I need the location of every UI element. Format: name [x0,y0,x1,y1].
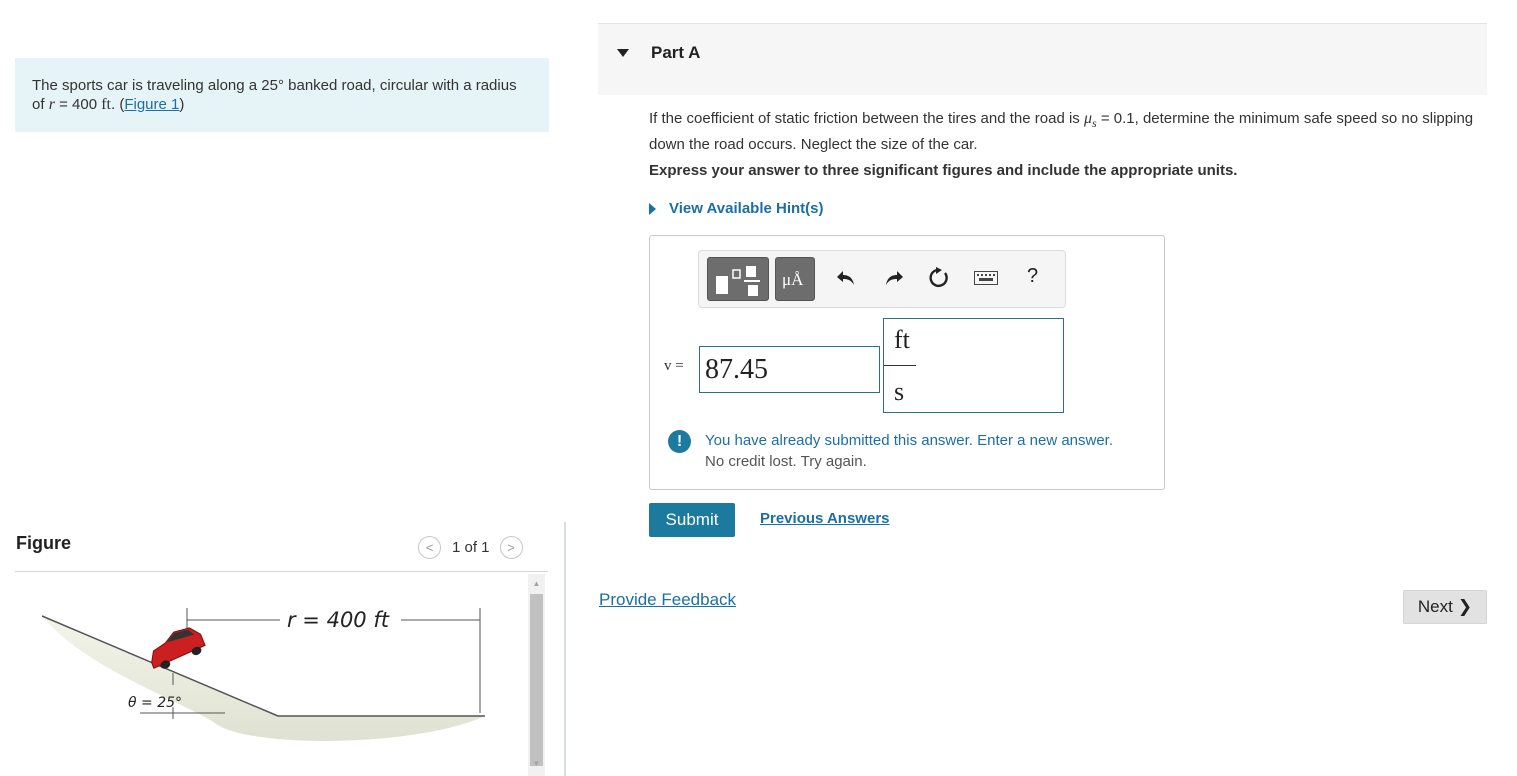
left-pane: The sports car is traveling along a 25° … [0,0,565,776]
units-button-label: μÅ [782,270,804,289]
reset-icon[interactable] [926,265,952,291]
question-text: If the coefficient of static friction be… [649,108,1494,155]
problem-statement: The sports car is traveling along a 25° … [15,58,549,132]
chevron-right-icon: > [507,539,515,555]
figure-title: Figure [16,533,72,553]
part-header[interactable]: Part A [598,24,1487,95]
car-icon [151,627,206,669]
units-button[interactable]: μÅ [775,257,815,301]
answer-variable-label: v = [664,358,684,374]
view-hints-link[interactable]: View Available Hint(s) [649,200,824,217]
undo-icon[interactable] [833,265,859,291]
pager-label: 1 of 1 [452,538,490,556]
angle-label: θ = 25° [128,695,182,711]
instruction-text: Express your answer to three significant… [649,162,1238,179]
templates-button[interactable] [707,257,769,301]
unit-numerator: ft [894,325,910,354]
math-toolbar: μÅ ? [698,250,1066,308]
submit-button[interactable]: Submit [649,503,735,537]
mu-symbol: μ [1083,110,1092,127]
scroll-thumb[interactable] [530,594,543,766]
figure-divider [15,571,548,572]
figure-scrollbar[interactable]: ▲ ▼ [528,574,545,776]
answer-unit-field[interactable]: ft s [883,318,1064,413]
prev-figure-button[interactable]: < [418,535,441,559]
hints-label: View Available Hint(s) [669,200,824,217]
exclamation-icon: ! [668,430,691,453]
feedback-line-2: No credit lost. Try again. [705,453,867,470]
unit-denominator: s [894,377,905,406]
redo-icon[interactable] [881,265,907,291]
templates-icon [716,266,760,296]
scroll-down-icon[interactable]: ▼ [531,758,542,769]
help-button[interactable]: ? [1027,265,1038,288]
figure-link[interactable]: Figure 1 [124,96,179,113]
pane-divider [564,522,566,776]
next-button[interactable]: Next ❯ [1403,590,1487,624]
caret-down-icon[interactable] [617,49,629,57]
period-open: . ( [111,96,125,113]
chevron-left-icon: < [425,539,434,555]
road-surface [42,616,485,741]
previous-answers-link[interactable]: Previous Answers [760,510,890,527]
provide-feedback-link[interactable]: Provide Feedback [599,590,736,610]
answer-value-input[interactable] [699,346,880,393]
scroll-up-icon[interactable]: ▲ [531,578,542,589]
caret-right-icon [649,202,656,215]
feedback-message: ! You have already submitted this answer… [668,430,1158,472]
radius-label: r = 400 ft [287,608,390,632]
next-figure-button[interactable]: > [499,535,523,559]
feedback-line-1: You have already submitted this answer. … [705,432,1114,449]
chevron-right-icon: ❯ [1457,597,1473,616]
next-button-label: Next [1417,597,1453,616]
fraction-bar [884,365,916,366]
part-title: Part A [651,43,701,62]
banked-road-figure: r = 400 ft θ = 25° [41,608,485,741]
keyboard-icon[interactable] [973,265,999,291]
radius-unit: ft [101,96,111,113]
radius-equals: = 400 [54,96,102,113]
figure-pager: < 1 of 1 > [418,535,523,559]
close-paren: ) [179,96,185,113]
question-prefix: If the coefficient of static friction be… [649,110,1084,127]
answer-box: μÅ ? v = ft s ! You have already submitt… [649,235,1165,490]
